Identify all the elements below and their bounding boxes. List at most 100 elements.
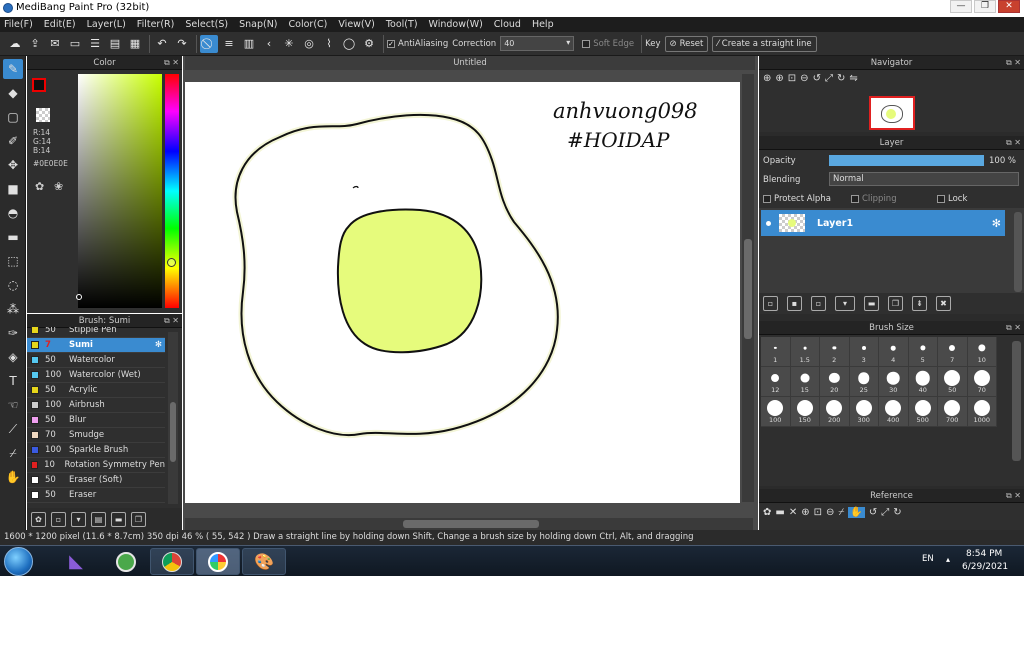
- new-brush-icon[interactable]: ▫: [51, 511, 66, 527]
- canvas-vertical-scrollbar[interactable]: [742, 74, 754, 502]
- drawing-canvas[interactable]: anhvuong098 #HOIDAP: [185, 82, 740, 503]
- reset-button[interactable]: ⊘ Reset: [664, 35, 709, 52]
- color-history-icon[interactable]: ❀: [54, 180, 63, 193]
- circle-snap-icon[interactable]: ◯: [340, 35, 358, 53]
- brush-size-cell[interactable]: 1000: [967, 397, 997, 427]
- tab-untitled[interactable]: Untitled: [185, 56, 755, 70]
- reference-fit-icon[interactable]: ⊡: [814, 507, 822, 518]
- lock-checkbox[interactable]: Lock: [937, 194, 967, 204]
- soft-edge-checkbox[interactable]: [582, 39, 591, 48]
- gradient-tool-icon[interactable]: ▬: [3, 227, 23, 247]
- reference-fit-window-icon[interactable]: ⤢: [881, 507, 889, 518]
- brush-size-cell[interactable]: 300: [849, 397, 879, 427]
- list-item[interactable]: 100 Watercolor (Wet): [27, 368, 165, 383]
- list-item[interactable]: 50 Acrylic: [27, 383, 165, 398]
- panel-close-icon[interactable]: ⧉ ✕: [1006, 489, 1021, 503]
- protect-alpha-checkbox[interactable]: Protect Alpha: [763, 194, 831, 204]
- fill-rect-tool-icon[interactable]: ■: [3, 179, 23, 199]
- duplicate-layer-icon[interactable]: ❐: [888, 296, 903, 311]
- reference-hand-icon[interactable]: ✋: [848, 507, 865, 518]
- select-eraser-tool-icon[interactable]: ◈: [3, 347, 23, 367]
- lasso-tool-icon[interactable]: ◌: [3, 275, 23, 295]
- comment-icon[interactable]: ✉: [46, 35, 64, 53]
- menu-color[interactable]: Color(C): [289, 19, 328, 30]
- blending-select[interactable]: Normal: [829, 172, 1019, 186]
- foreground-color-swatch[interactable]: [32, 78, 46, 92]
- panel-close-icon[interactable]: ⧉ ✕: [1006, 136, 1021, 150]
- menu-view[interactable]: View(V): [338, 19, 374, 30]
- brush-size-cell[interactable]: 1: [761, 337, 791, 367]
- page-icon[interactable]: ▭: [66, 35, 84, 53]
- select-pen-tool-icon[interactable]: ✑: [3, 323, 23, 343]
- brush-size-cell[interactable]: 1.5: [790, 337, 820, 367]
- hue-slider[interactable]: [165, 74, 179, 308]
- brush-size-cell[interactable]: 400: [879, 397, 909, 427]
- brush-size-cell[interactable]: 20: [820, 367, 850, 397]
- tray-arrow-icon[interactable]: ▴: [946, 555, 950, 564]
- zoom-out-icon[interactable]: ⊖: [800, 73, 808, 84]
- opacity-slider[interactable]: [829, 155, 984, 166]
- gear-icon[interactable]: ✻: [155, 340, 162, 350]
- brush-size-cell[interactable]: 40: [908, 367, 938, 397]
- zoom-in-icon[interactable]: ⊕: [775, 73, 783, 84]
- concentric-snap-icon[interactable]: ◎: [300, 35, 318, 53]
- reference-close-icon[interactable]: ✕: [789, 507, 797, 518]
- palette-icon[interactable]: ✿: [35, 180, 44, 193]
- brush-list-scrollbar[interactable]: [168, 332, 178, 504]
- reference-zoom-in-icon[interactable]: ⊕: [801, 507, 809, 518]
- navigator-thumbnail[interactable]: [869, 96, 915, 130]
- create-straight-line-button[interactable]: ⁄ Create a straight line: [712, 35, 817, 52]
- share-icon[interactable]: ⇪: [26, 35, 44, 53]
- brush-size-cell[interactable]: 5: [908, 337, 938, 367]
- brush-size-cell[interactable]: 3: [849, 337, 879, 367]
- brush-copy-icon[interactable]: ❐: [131, 511, 146, 527]
- merge-layer-icon[interactable]: ⇟: [912, 296, 927, 311]
- delete-layer-icon[interactable]: ✖: [936, 296, 951, 311]
- panel-close-icon[interactable]: ⧉ ✕: [164, 56, 179, 70]
- pen-tool-icon[interactable]: ✐: [3, 131, 23, 151]
- chrome-icon[interactable]: [150, 548, 194, 575]
- vanishing-point-icon[interactable]: ‹: [260, 35, 278, 53]
- maximize-button[interactable]: ❐: [974, 0, 996, 13]
- list-item[interactable]: 70 Smudge: [27, 428, 165, 443]
- list-item[interactable]: 50 Eraser (Soft): [27, 473, 165, 488]
- move-tool-icon[interactable]: ✥: [3, 155, 23, 175]
- brush-size-cell[interactable]: 7: [938, 337, 968, 367]
- list-item[interactable]: 50 Stipple Pen: [27, 327, 165, 338]
- add-layer-menu-icon[interactable]: ▾: [835, 296, 855, 311]
- undo-icon[interactable]: ↶: [153, 35, 171, 53]
- new-8bit-layer-icon[interactable]: ▫: [811, 296, 826, 311]
- brush-size-scrollbar[interactable]: [1012, 341, 1021, 461]
- redo-icon[interactable]: ↷: [173, 35, 191, 53]
- list-item[interactable]: 10 Rotation Symmetry Pen: [27, 458, 165, 473]
- brush-size-cell[interactable]: 4: [879, 337, 909, 367]
- panel-close-icon[interactable]: ⧉ ✕: [1006, 321, 1021, 335]
- new-halftone-layer-icon[interactable]: ▪: [787, 296, 802, 311]
- list-item[interactable]: 100 Sparkle Brush: [27, 443, 165, 458]
- background-color-swatch[interactable]: [36, 108, 50, 122]
- clipping-checkbox[interactable]: Clipping: [851, 194, 897, 204]
- gear-icon[interactable]: ✻: [992, 217, 1001, 230]
- brush-file-icon[interactable]: ▤: [91, 511, 106, 527]
- rectangle-tool-icon[interactable]: ▢: [3, 107, 23, 127]
- divide-tool-icon[interactable]: ⟋: [3, 419, 23, 439]
- coc-coc-icon[interactable]: [104, 548, 148, 575]
- layer-folder-icon[interactable]: ▬: [864, 296, 879, 311]
- close-button[interactable]: ✕: [998, 0, 1020, 13]
- brush-size-cell[interactable]: 100: [761, 397, 791, 427]
- cross-snap-icon[interactable]: ▥: [240, 35, 258, 53]
- zoom-actual-icon[interactable]: ⊡: [788, 73, 796, 84]
- curve-snap-icon[interactable]: ⌇: [320, 35, 338, 53]
- rotate-right-icon[interactable]: ↻: [837, 73, 845, 84]
- layer-row[interactable]: Layer1 ✻: [761, 210, 1005, 236]
- medibang-icon[interactable]: [196, 548, 240, 575]
- menu-help[interactable]: Help: [532, 19, 554, 30]
- correction-select[interactable]: 40: [500, 36, 575, 51]
- radial-snap-icon[interactable]: ✳: [280, 35, 298, 53]
- rotate-left-icon[interactable]: ↺: [813, 73, 821, 84]
- visual-studio-icon[interactable]: ◣: [54, 548, 98, 575]
- start-button[interactable]: [4, 547, 33, 576]
- brush-size-cell[interactable]: 12: [761, 367, 791, 397]
- brush-add-icon[interactable]: ✿: [31, 511, 46, 527]
- panel-close-icon[interactable]: ⧉ ✕: [1006, 56, 1021, 70]
